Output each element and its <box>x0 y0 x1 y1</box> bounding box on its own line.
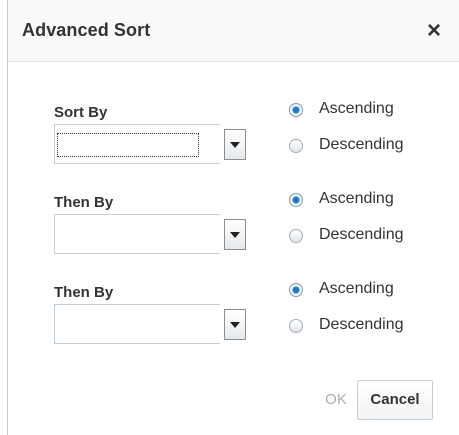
radio-unchecked-icon[interactable] <box>289 229 303 243</box>
then-by-dropdown-button-2[interactable] <box>224 309 246 340</box>
ok-button[interactable]: OK <box>319 380 353 420</box>
chevron-down-icon <box>230 232 240 238</box>
radio-checked-icon[interactable] <box>289 193 303 207</box>
then-by-field-1[interactable] <box>54 214 220 254</box>
radio-unchecked-icon[interactable] <box>289 319 303 333</box>
close-icon: × <box>426 17 441 44</box>
sort-by-select[interactable] <box>54 124 250 164</box>
radio-checked-icon[interactable] <box>289 103 303 117</box>
then-by-dropdown-button-1[interactable] <box>224 219 246 250</box>
then-by-label-2: Then By <box>54 284 114 301</box>
advanced-sort-dialog: Advanced Sort × Sort By Ascending Descen… <box>7 0 459 435</box>
sort-by-ascending-label: Ascending <box>319 100 394 117</box>
sort-by-descending-label: Descending <box>319 136 404 153</box>
sort-by-field[interactable] <box>54 124 220 164</box>
dialog-header: Advanced Sort × <box>8 0 459 62</box>
chevron-down-icon <box>230 322 240 328</box>
sort-by-label: Sort By <box>54 104 108 121</box>
then-by-select-1[interactable] <box>54 214 250 254</box>
then-by-select-2[interactable] <box>54 304 250 344</box>
then-by-1-descending-label: Descending <box>319 226 404 243</box>
chevron-down-icon <box>230 142 240 148</box>
sort-by-dropdown-button[interactable] <box>224 129 246 160</box>
cancel-button[interactable]: Cancel <box>357 380 433 420</box>
radio-unchecked-icon[interactable] <box>289 139 303 153</box>
then-by-2-descending-label: Descending <box>319 316 404 333</box>
then-by-label-1: Then By <box>54 194 114 211</box>
close-button[interactable]: × <box>421 16 447 46</box>
then-by-field-2[interactable] <box>54 304 220 344</box>
then-by-2-ascending-label: Ascending <box>319 280 394 297</box>
dialog-title: Advanced Sort <box>22 20 151 40</box>
then-by-1-ascending-label: Ascending <box>319 190 394 207</box>
radio-checked-icon[interactable] <box>289 283 303 297</box>
